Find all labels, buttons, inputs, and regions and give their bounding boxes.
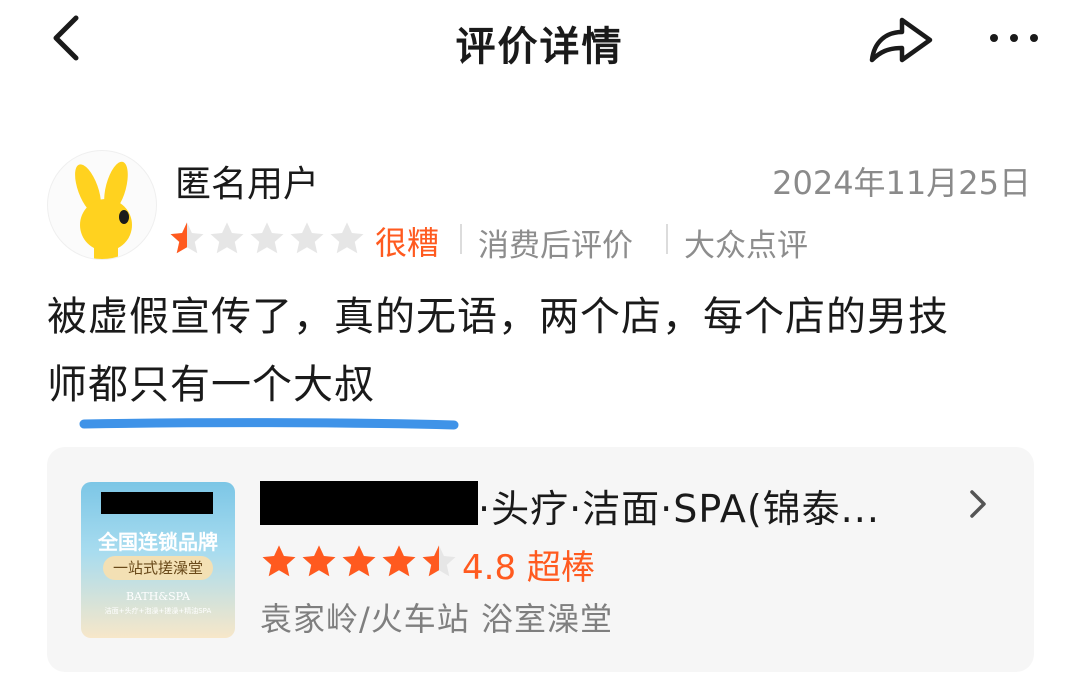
star-icon bbox=[250, 222, 284, 254]
review-date: 2024年11月25日 bbox=[772, 164, 1031, 202]
divider bbox=[666, 224, 668, 254]
redaction-bar bbox=[101, 492, 213, 514]
shop-star-rating bbox=[260, 543, 458, 581]
review-text-line: 被虚假宣传了，真的无语，两个店，每个店的男技 bbox=[47, 294, 949, 340]
share-arrow-icon[interactable] bbox=[866, 16, 936, 66]
more-dots-icon[interactable] bbox=[986, 28, 1042, 48]
avatar[interactable] bbox=[47, 150, 157, 260]
redacted-shop-name bbox=[260, 481, 478, 525]
rating-verdict: 很糟 bbox=[375, 224, 440, 262]
star-icon bbox=[210, 222, 244, 254]
chevron-right-icon[interactable] bbox=[966, 488, 990, 520]
user-star-rating bbox=[168, 219, 366, 259]
star-icon bbox=[290, 222, 324, 254]
star-icon bbox=[342, 545, 376, 577]
star-icon bbox=[262, 545, 296, 577]
star-icon bbox=[330, 222, 364, 254]
shop-name[interactable]: ·头疗·洁面·SPA(锦泰... bbox=[478, 478, 880, 533]
review-tag-after-purchase: 消费后评价 bbox=[478, 228, 633, 264]
star-icon bbox=[170, 222, 204, 254]
star-icon bbox=[422, 545, 456, 577]
thumbnail-text: 一站式搓澡堂 bbox=[103, 556, 213, 580]
handdrawn-underline bbox=[79, 418, 459, 430]
shop-thumbnail[interactable]: 全国连锁品牌 一站式搓澡堂 BATH&SPA 洁面+头疗+泡澡+搓澡+精油SPA bbox=[81, 482, 235, 638]
thumbnail-text: 全国连锁品牌 bbox=[98, 530, 218, 554]
thumbnail-text: BATH&SPA bbox=[125, 590, 191, 603]
review-tag-source: 大众点评 bbox=[684, 228, 808, 264]
username[interactable]: 匿名用户 bbox=[175, 155, 319, 207]
review-text: 被虚假宣传了，真的无语，两个店，每个店的男技 师都只有一个大叔 bbox=[47, 283, 1047, 419]
star-icon bbox=[382, 545, 416, 577]
yellow-mascot-icon bbox=[75, 161, 132, 259]
shop-location-category: 袁家岭/火车站 浴室澡堂 bbox=[260, 600, 613, 638]
shop-rating-text: 4.8 超棒 bbox=[462, 548, 595, 588]
review-text-line: 师都只有一个大叔 bbox=[47, 362, 375, 408]
divider bbox=[460, 224, 462, 254]
star-icon bbox=[302, 545, 336, 577]
thumbnail-text: 洁面+头疗+泡澡+搓澡+精油SPA bbox=[104, 607, 212, 615]
